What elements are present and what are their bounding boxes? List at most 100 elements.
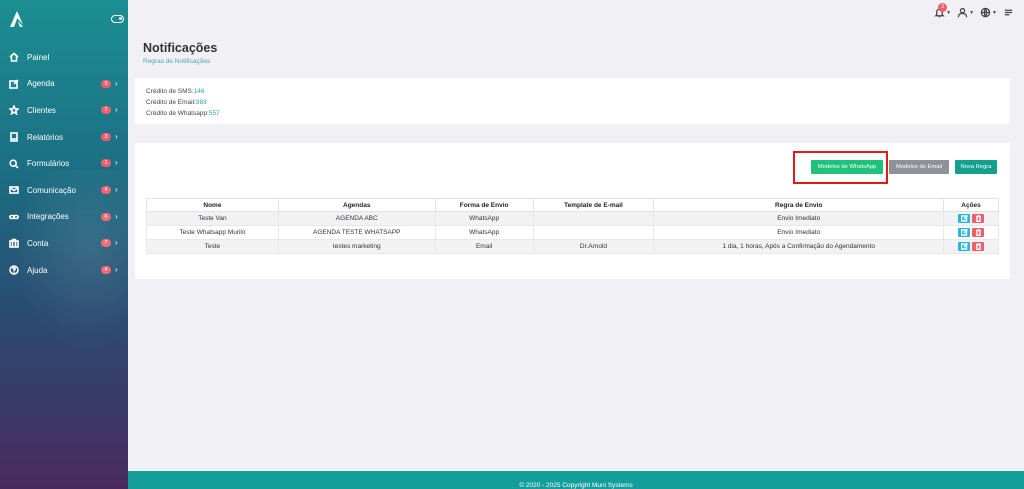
- trash-icon: [975, 229, 981, 236]
- sidebar-item-comunicacao[interactable]: Comunicação 4 ›: [0, 177, 128, 204]
- column-header: Regra de Envio: [653, 198, 945, 212]
- footer: © 2020 - 2025 Copyright Muni Systems: [128, 471, 1024, 489]
- edit-button[interactable]: [958, 214, 971, 223]
- table-cell: Email: [434, 239, 534, 254]
- table-cell: WhatsApp: [434, 225, 534, 240]
- sidebar: Painel Agenda 9 › Clientes 2 › Relatório…: [0, 0, 128, 489]
- footer-copyright: © 2020 - 2025 Copyright Muni Systems: [519, 482, 633, 489]
- table-cell: AGENDA TESTE WHATSAPP: [277, 225, 436, 240]
- sidebar-item-label: Relatórios: [27, 132, 64, 142]
- chevron-right-icon: ›: [115, 78, 118, 88]
- logo[interactable]: [8, 10, 26, 28]
- sidebar-item-label: Clientes: [27, 105, 56, 115]
- sidebar-toggle-icon[interactable]: [111, 15, 124, 23]
- sidebar-nav: Painel Agenda 9 › Clientes 2 › Relatório…: [0, 44, 128, 283]
- trash-icon: [975, 215, 981, 222]
- sidebar-item-relatorios[interactable]: Relatórios 3 ›: [0, 124, 128, 151]
- column-header: Forma de Envio: [434, 198, 534, 212]
- actions-cell: [943, 225, 999, 240]
- sidebar-item-label: Agenda: [27, 79, 55, 89]
- briefcase-icon: [9, 238, 19, 249]
- actions-cell: [943, 211, 999, 226]
- column-header: Agendas: [277, 198, 436, 212]
- sidebar-item-label: Ajuda: [27, 265, 48, 275]
- table-cell: Envio Imediato: [653, 225, 945, 240]
- menu-button[interactable]: [1003, 7, 1014, 18]
- sidebar-item-conta[interactable]: Conta 7 ›: [0, 230, 128, 257]
- delete-button[interactable]: [972, 228, 985, 237]
- credit-value: 146: [193, 88, 205, 95]
- credits-card: Crédito de SMS:146 Crédito de Email:983 …: [135, 78, 1010, 124]
- credit-label: Crédito de SMS:: [146, 88, 194, 95]
- count-badge: 4: [101, 185, 111, 194]
- sms-credit: Crédito de SMS:146: [146, 88, 205, 95]
- star-icon: [9, 105, 19, 116]
- table-cell: Teste: [146, 239, 279, 254]
- whatsapp-models-button[interactable]: Modelos de WhatsApp: [811, 160, 883, 174]
- chevron-right-icon: ›: [115, 238, 118, 248]
- language-menu-button[interactable]: ▼: [980, 7, 997, 18]
- search-icon: [9, 159, 19, 169]
- chevron-right-icon: ›: [115, 158, 118, 168]
- edit-icon: [960, 229, 968, 236]
- user-icon: [957, 7, 968, 18]
- table-cell: Envio Imediato: [653, 211, 945, 226]
- topbar-actions: 3 ▼ ▼ ▼: [934, 3, 1014, 18]
- table-cell: [532, 211, 655, 226]
- notifications-button[interactable]: 3 ▼: [934, 3, 951, 18]
- actions-cell: [943, 239, 999, 254]
- chevron-right-icon: ›: [115, 105, 118, 115]
- credit-label: Crédito de Whatsapp:: [146, 110, 209, 117]
- sidebar-item-label: Formulários: [27, 159, 70, 169]
- sidebar-item-integracoes[interactable]: Integrações 6 ›: [0, 204, 128, 231]
- sidebar-item-label: Conta: [27, 238, 49, 248]
- table-cell: 1 dia, 1 horas, Após a Confirmação do Ag…: [653, 239, 945, 254]
- table-cell: Teste Whatsapp Murilo: [146, 225, 279, 240]
- credit-label: Crédito de Email:: [146, 99, 196, 106]
- chevron-down-icon: ▼: [992, 9, 997, 16]
- help-icon: [9, 265, 19, 275]
- whatsapp-credit: Crédito de Whatsapp:557: [146, 110, 220, 117]
- sidebar-item-label: Comunicação: [27, 185, 76, 195]
- breadcrumb[interactable]: Regras de Notificações: [143, 58, 210, 65]
- credit-value: 983: [195, 99, 207, 106]
- sidebar-item-ajuda[interactable]: Ajuda 4 ›: [0, 257, 128, 284]
- edit-button[interactable]: [958, 228, 971, 237]
- sidebar-item-painel[interactable]: Painel: [0, 44, 128, 71]
- edit-button[interactable]: [958, 242, 971, 251]
- table-cell: AGENDA ABC: [277, 211, 436, 226]
- column-header: Template de E-mail: [532, 198, 655, 212]
- count-badge: 2: [101, 106, 111, 115]
- table-row: Teste Whatsapp Murilo AGENDA TESTE WHATS…: [146, 225, 999, 240]
- chevron-right-icon: ›: [115, 184, 118, 194]
- user-menu-button[interactable]: ▼: [957, 7, 974, 18]
- sidebar-item-agenda[interactable]: Agenda 9 ›: [0, 71, 128, 98]
- rules-table: Nome Agendas Forma de Envio Template de …: [146, 198, 999, 254]
- email-credit: Crédito de Email:983: [146, 99, 207, 106]
- count-badge: 7: [101, 239, 111, 248]
- count-badge: 9: [101, 79, 111, 88]
- rules-card: Modelos de WhatsApp Modelos de Email Nov…: [135, 143, 1010, 279]
- link-icon: [9, 212, 19, 222]
- table-header-row: Nome Agendas Forma de Envio Template de …: [146, 198, 999, 212]
- sidebar-item-formularios[interactable]: Formulários 1 ›: [0, 150, 128, 177]
- sidebar-item-clientes[interactable]: Clientes 2 ›: [0, 97, 128, 124]
- table-cell: [532, 225, 655, 240]
- email-models-button[interactable]: Modelos de Email: [889, 160, 949, 174]
- new-rule-button[interactable]: Nova Regra: [955, 160, 997, 174]
- delete-button[interactable]: [972, 242, 985, 251]
- table-row: Teste Van AGENDA ABC WhatsApp Envio Imed…: [146, 211, 999, 226]
- column-header: Nome: [146, 198, 279, 212]
- table-cell: WhatsApp: [434, 211, 534, 226]
- chevron-down-icon: ▼: [969, 9, 975, 16]
- home-icon: [9, 52, 19, 63]
- sidebar-item-label: Painel: [27, 52, 50, 62]
- chevron-right-icon: ›: [115, 264, 118, 274]
- count-badge: 3: [101, 132, 111, 141]
- book-icon: [9, 132, 19, 142]
- mail-icon: [9, 185, 19, 195]
- edit-icon: [9, 79, 19, 89]
- count-badge: 4: [101, 265, 111, 274]
- sidebar-item-label: Integrações: [27, 212, 69, 222]
- delete-button[interactable]: [972, 214, 985, 223]
